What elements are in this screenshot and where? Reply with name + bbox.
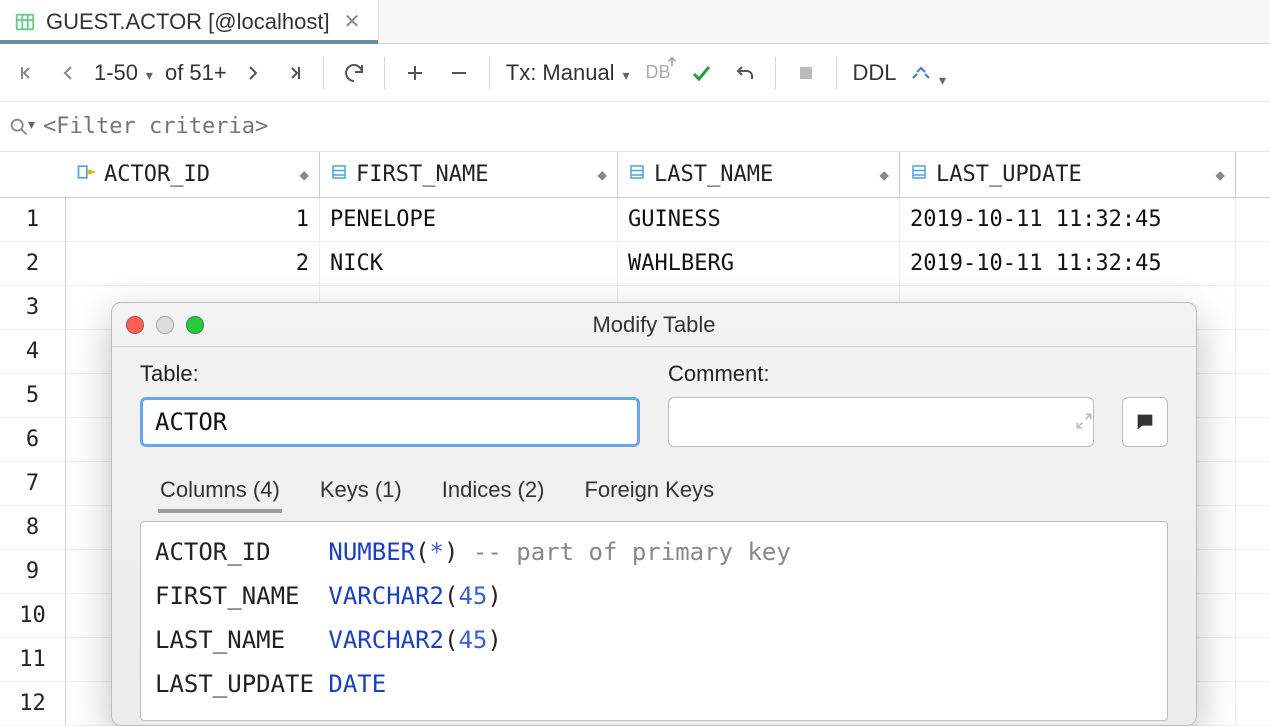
ddl-button[interactable]: DDL: [847, 60, 903, 86]
column-headers: ACTOR_ID ◆ FIRST_NAME ◆ LAST_NAME ◆ LAST…: [0, 152, 1270, 198]
row-number: 1: [0, 198, 66, 241]
zoom-window-button[interactable]: [186, 316, 204, 334]
next-page-button[interactable]: [233, 53, 273, 93]
tab-keys[interactable]: Keys (1): [318, 471, 404, 513]
window-controls: [126, 303, 204, 347]
commit-button[interactable]: [681, 53, 721, 93]
comment-field-label: Comment:: [668, 361, 769, 387]
tx-mode-dropdown[interactable]: Tx: Manual ▾: [500, 60, 636, 86]
first-page-button[interactable]: [8, 53, 48, 93]
row-number: 2: [0, 242, 66, 285]
tab-title: GUEST.ACTOR [@localhost]: [46, 9, 330, 35]
column-icon: [910, 162, 928, 187]
column-header-first-name[interactable]: FIRST_NAME ◆: [320, 152, 618, 197]
schema-column-row[interactable]: LAST_NAME VARCHAR2(45): [155, 618, 1153, 662]
schema-list[interactable]: ACTOR_ID NUMBER(*) -- part of primary ke…: [140, 521, 1168, 721]
tab-guest-actor[interactable]: GUEST.ACTOR [@localhost] ✕: [0, 0, 379, 43]
stop-button[interactable]: [786, 53, 826, 93]
row-number: 10: [0, 594, 66, 637]
tab-indices[interactable]: Indices (2): [440, 471, 547, 513]
separator: [836, 57, 837, 89]
toolbar: 1-50 ▾ of 51+ Tx: Manual ▾ DB DDL ▾: [0, 44, 1270, 102]
cell-last-update[interactable]: 2019-10-11 11:32:45: [900, 242, 1236, 285]
remove-row-button[interactable]: [439, 53, 479, 93]
row-number: 7: [0, 462, 66, 505]
dialog-tabs: Columns (4) Keys (1) Indices (2) Foreign…: [140, 471, 1168, 513]
row-number: 5: [0, 374, 66, 417]
db-commit-button[interactable]: DB: [640, 53, 677, 93]
row-number: 11: [0, 638, 66, 681]
sort-icon[interactable]: ◆: [597, 165, 607, 184]
table-name-input[interactable]: [140, 397, 640, 447]
row-number: 6: [0, 418, 66, 461]
sort-icon[interactable]: ◆: [879, 165, 889, 184]
column-header-last-name[interactable]: LAST_NAME ◆: [618, 152, 900, 197]
sort-icon[interactable]: ◆: [1215, 165, 1225, 184]
row-number: 12: [0, 682, 66, 725]
page-total: of 51+: [159, 60, 233, 86]
separator: [323, 57, 324, 89]
tab-close-button[interactable]: ✕: [340, 9, 365, 34]
tab-columns[interactable]: Columns (4): [158, 471, 282, 513]
last-page-button[interactable]: [273, 53, 313, 93]
row-number: 4: [0, 330, 66, 373]
refresh-button[interactable]: [334, 53, 374, 93]
table-icon: [14, 11, 36, 33]
row-number: 8: [0, 506, 66, 549]
rollback-button[interactable]: [725, 53, 765, 93]
cell-first-name[interactable]: NICK: [320, 242, 618, 285]
row-number: 3: [0, 286, 66, 329]
table-row[interactable]: 22NICKWAHLBERG2019-10-11 11:32:45: [0, 242, 1270, 286]
filter-input[interactable]: [43, 114, 643, 139]
dialog-titlebar[interactable]: Modify Table: [112, 303, 1196, 347]
table-field-label: Table:: [140, 361, 668, 387]
close-window-button[interactable]: [126, 316, 144, 334]
cell-last-name[interactable]: GUINESS: [618, 198, 900, 241]
comment-button[interactable]: [1122, 397, 1168, 447]
table-row[interactable]: 11PENELOPEGUINESS2019-10-11 11:32:45: [0, 198, 1270, 242]
separator: [489, 57, 490, 89]
column-header-actor-id[interactable]: ACTOR_ID ◆: [66, 152, 320, 197]
chevron-down-icon: ▾: [619, 67, 630, 83]
separator: [384, 57, 385, 89]
cell-last-name[interactable]: WAHLBERG: [618, 242, 900, 285]
prev-page-button[interactable]: [48, 53, 88, 93]
cell-actor-id[interactable]: 1: [66, 198, 320, 241]
tab-bar: GUEST.ACTOR [@localhost] ✕: [0, 0, 1270, 44]
settings-dropdown-button[interactable]: ▾: [907, 53, 947, 93]
schema-column-row[interactable]: FIRST_NAME VARCHAR2(45): [155, 574, 1153, 618]
tab-foreign-keys[interactable]: Foreign Keys: [582, 471, 716, 513]
row-number: 9: [0, 550, 66, 593]
column-icon: [628, 162, 646, 187]
add-row-button[interactable]: [395, 53, 435, 93]
filter-row: ▾: [0, 102, 1270, 152]
sort-icon[interactable]: ◆: [299, 165, 309, 184]
comment-input[interactable]: [668, 397, 1094, 447]
schema-column-row[interactable]: ACTOR_ID NUMBER(*) -- part of primary ke…: [155, 530, 1153, 574]
pagination-group: 1-50 ▾ of 51+: [8, 53, 313, 93]
minimize-window-button[interactable]: [156, 316, 174, 334]
separator: [775, 57, 776, 89]
cell-actor-id[interactable]: 2: [66, 242, 320, 285]
rownum-header: [0, 152, 66, 197]
cell-first-name[interactable]: PENELOPE: [320, 198, 618, 241]
column-header-last-update[interactable]: LAST_UPDATE ◆: [900, 152, 1236, 197]
search-icon[interactable]: ▾: [8, 116, 35, 138]
page-range[interactable]: 1-50 ▾: [88, 60, 159, 86]
chevron-down-icon: ▾: [939, 72, 946, 89]
modify-table-dialog: Modify Table Table: Comment: Columns (4)…: [111, 302, 1197, 726]
cell-last-update[interactable]: 2019-10-11 11:32:45: [900, 198, 1236, 241]
expand-icon[interactable]: [1074, 411, 1094, 436]
column-icon: [330, 162, 348, 187]
chevron-down-icon: ▾: [28, 116, 35, 138]
key-column-icon: [76, 162, 96, 188]
schema-column-row[interactable]: LAST_UPDATE DATE: [155, 662, 1153, 706]
chevron-down-icon: ▾: [142, 67, 153, 83]
dialog-title: Modify Table: [112, 312, 1196, 338]
